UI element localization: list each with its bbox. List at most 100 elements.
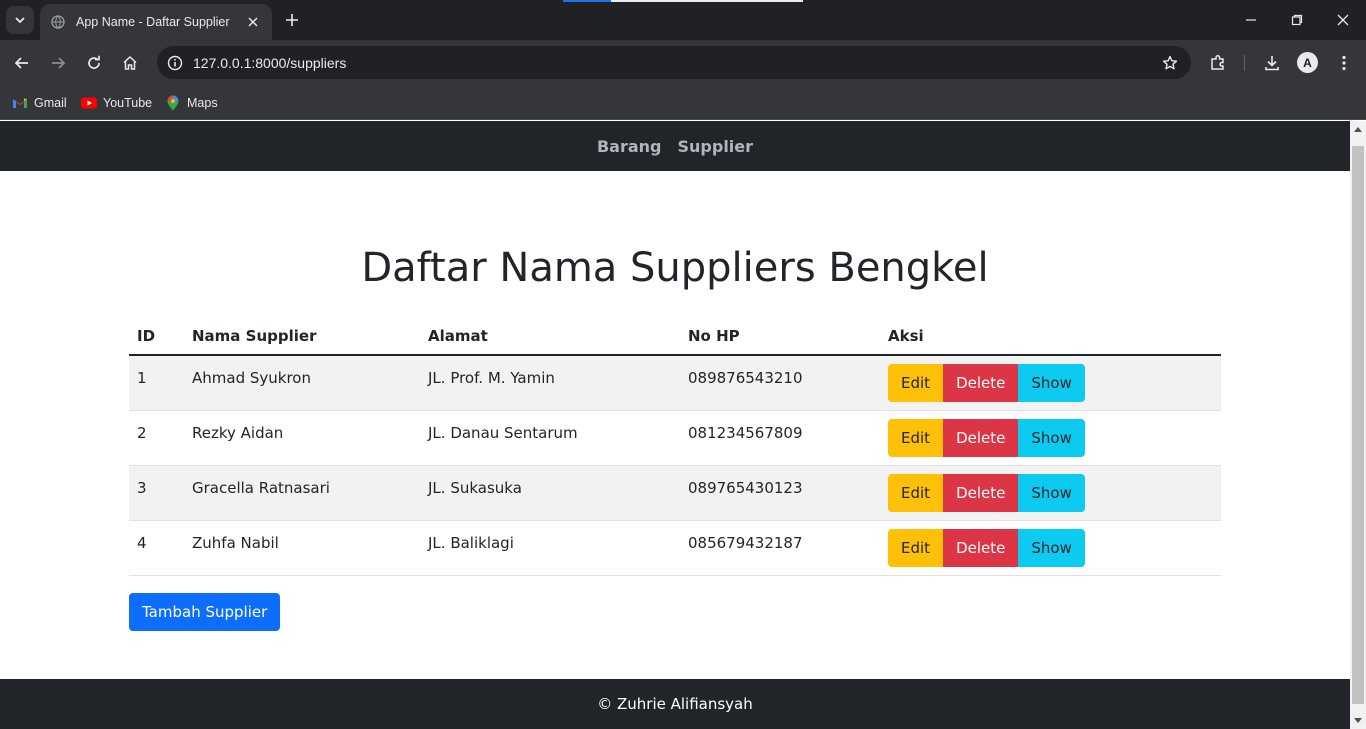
cell-aksi: Edit Delete Show — [880, 465, 1221, 521]
bookmark-label: Maps — [187, 96, 218, 110]
column-header-alamat: Alamat — [420, 317, 680, 356]
bookmark-maps[interactable]: Maps — [165, 92, 218, 114]
delete-button[interactable]: Delete — [943, 418, 1019, 457]
bookmark-label: YouTube — [103, 96, 153, 110]
table-row: 3 Gracella Ratnasari JL. Sukasuka 089765… — [129, 465, 1221, 521]
bookmark-gmail[interactable]: Gmail — [12, 92, 67, 114]
home-icon — [123, 55, 137, 70]
cell-id: 2 — [129, 410, 184, 466]
column-header-nama: Nama Supplier — [184, 317, 420, 356]
nav-link-supplier[interactable]: Supplier — [678, 137, 754, 156]
footer-copyright: © Zuhrie Alifiansyah — [597, 695, 753, 713]
page-scrollbar[interactable] — [1350, 121, 1366, 729]
edit-button[interactable]: Edit — [888, 418, 944, 457]
column-header-id: ID — [129, 317, 184, 356]
arrow-left-icon — [14, 57, 28, 69]
show-button[interactable]: Show — [1018, 418, 1085, 457]
cell-hp: 089876543210 — [680, 355, 880, 411]
scroll-up-arrow-icon[interactable] — [1350, 121, 1366, 137]
arrow-right-icon — [52, 57, 66, 69]
bookmark-star-icon[interactable] — [1155, 48, 1185, 78]
scroll-down-arrow-icon[interactable] — [1350, 713, 1366, 729]
gmail-icon — [12, 95, 28, 111]
reload-button[interactable] — [79, 48, 109, 78]
table-row: 2 Rezky Aidan JL. Danau Sentarum 0812345… — [129, 410, 1221, 466]
minimize-icon — [1246, 19, 1256, 21]
nav-link-barang[interactable]: Barang — [597, 137, 662, 156]
show-button[interactable]: Show — [1018, 528, 1085, 567]
back-button[interactable] — [7, 48, 37, 78]
table-row: 1 Ahmad Syukron JL. Prof. M. Yamin 08987… — [129, 355, 1221, 411]
column-header-hp: No HP — [680, 317, 880, 356]
close-icon — [1337, 14, 1349, 26]
page-title: Daftar Nama Suppliers Bengkel — [361, 245, 989, 291]
site-info-icon[interactable] — [165, 53, 185, 73]
address-bar[interactable]: 127.0.0.1:8000/suppliers — [157, 46, 1191, 79]
cell-hp: 089765430123 — [680, 465, 880, 521]
browser-tab-strip: App Name - Daftar Supplier — [0, 0, 1366, 40]
column-header-aksi: Aksi — [880, 317, 1221, 356]
action-button-group: Edit Delete Show — [888, 473, 1085, 512]
more-vertical-icon — [1342, 55, 1346, 71]
action-button-group: Edit Delete Show — [888, 418, 1085, 457]
cell-alamat: JL. Sukasuka — [420, 465, 680, 521]
url-text[interactable]: 127.0.0.1:8000/suppliers — [193, 55, 1155, 71]
home-button[interactable] — [115, 48, 145, 78]
cell-hp: 081234567809 — [680, 410, 880, 466]
close-tab-icon[interactable] — [244, 13, 262, 31]
scrollbar-thumb[interactable] — [1352, 146, 1364, 704]
bookmarks-bar: Gmail YouTube Maps — [0, 86, 1366, 120]
profile-avatar[interactable]: A — [1297, 52, 1318, 73]
tab-drag-indicator-accent — [563, 0, 611, 2]
cell-nama: Ahmad Syukron — [184, 355, 420, 411]
reload-icon — [88, 55, 100, 69]
page-viewport: Barang Supplier Daftar Nama Suppliers Be… — [0, 121, 1350, 729]
tab-search-button[interactable] — [6, 6, 34, 34]
bookmark-label: Gmail — [34, 96, 67, 110]
action-button-group: Edit Delete Show — [888, 528, 1085, 567]
suppliers-table: ID Nama Supplier Alamat No HP Aksi 1 Ahm… — [129, 317, 1221, 576]
downloads-button[interactable] — [1257, 48, 1287, 78]
puzzle-icon — [1211, 54, 1224, 70]
site-footer: © Zuhrie Alifiansyah — [0, 679, 1350, 729]
edit-button[interactable]: Edit — [888, 364, 944, 402]
cell-aksi: Edit Delete Show — [880, 520, 1221, 576]
tab-title: App Name - Daftar Supplier — [76, 15, 230, 29]
close-window-button[interactable] — [1320, 0, 1366, 40]
action-button-group: Edit Delete Show — [888, 364, 1085, 402]
show-button[interactable]: Show — [1018, 364, 1085, 402]
forward-button[interactable] — [43, 48, 73, 78]
globe-icon — [50, 14, 66, 30]
chevron-down-icon — [15, 17, 25, 24]
cell-aksi: Edit Delete Show — [880, 355, 1221, 411]
cell-nama: Gracella Ratnasari — [184, 465, 420, 521]
cell-aksi: Edit Delete Show — [880, 410, 1221, 466]
youtube-icon — [81, 95, 97, 111]
menu-button[interactable] — [1329, 48, 1359, 78]
restore-button[interactable] — [1274, 0, 1320, 40]
bookmark-youtube[interactable]: YouTube — [81, 92, 152, 114]
site-navbar: Barang Supplier — [0, 121, 1350, 171]
delete-button[interactable]: Delete — [943, 528, 1019, 567]
show-button[interactable]: Show — [1018, 473, 1085, 512]
cell-nama: Rezky Aidan — [184, 410, 420, 466]
new-tab-button[interactable] — [281, 9, 303, 31]
restore-icon — [1291, 14, 1303, 26]
cell-alamat: JL. Prof. M. Yamin — [420, 355, 680, 411]
cell-alamat: JL. Baliklagi — [420, 520, 680, 576]
toolbar-separator — [1244, 55, 1245, 71]
add-supplier-button[interactable]: Tambah Supplier — [129, 593, 281, 631]
cell-nama: Zuhfa Nabil — [184, 520, 420, 576]
maps-icon — [165, 95, 181, 111]
table-row: 4 Zuhfa Nabil JL. Baliklagi 085679432187… — [129, 520, 1221, 576]
browser-tab-active[interactable]: App Name - Daftar Supplier — [40, 4, 272, 40]
delete-button[interactable]: Delete — [943, 364, 1019, 402]
edit-button[interactable]: Edit — [888, 473, 944, 512]
table-header-row: ID Nama Supplier Alamat No HP Aksi — [129, 317, 1221, 356]
edit-button[interactable]: Edit — [888, 528, 944, 567]
delete-button[interactable]: Delete — [943, 473, 1019, 512]
minimize-button[interactable] — [1228, 0, 1274, 40]
plus-icon — [286, 14, 298, 26]
cell-id: 3 — [129, 465, 184, 521]
extensions-button[interactable] — [1203, 48, 1233, 78]
